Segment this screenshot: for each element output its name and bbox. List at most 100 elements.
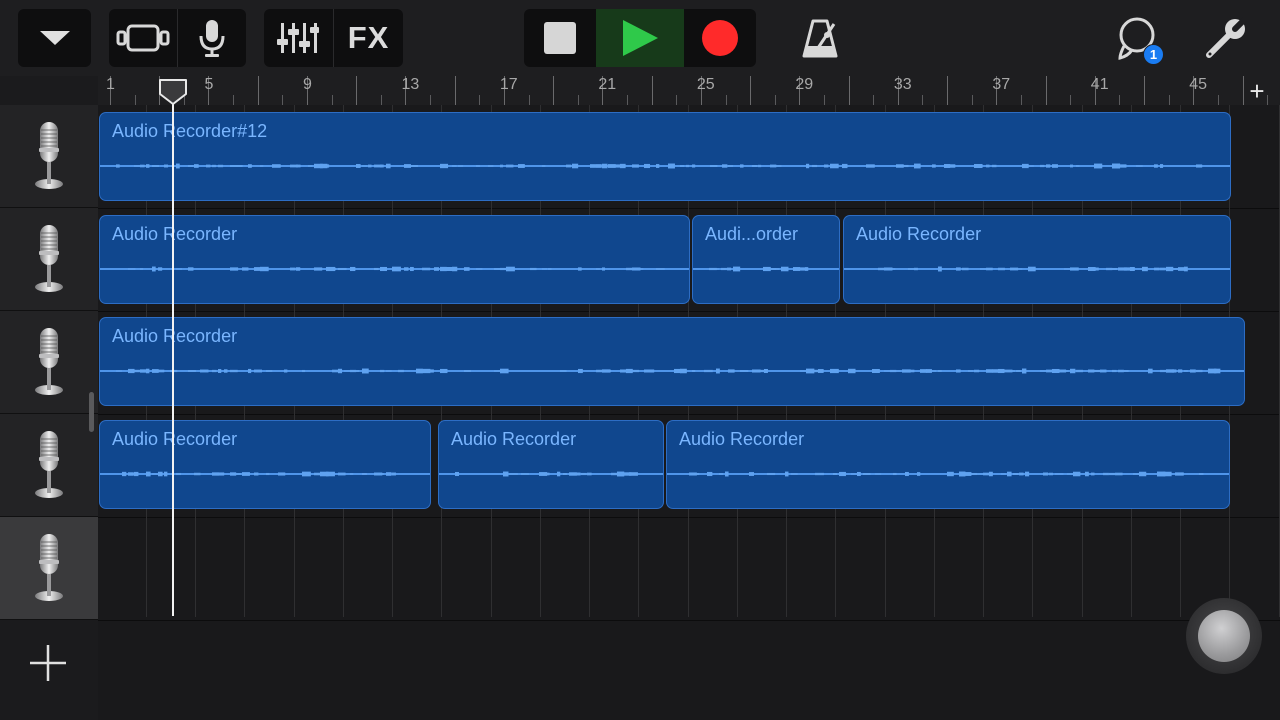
waveform-detail <box>116 368 1221 374</box>
triangle-down-icon[interactable] <box>18 9 91 67</box>
region-name: Audio Recorder <box>451 429 577 449</box>
microphone-icon <box>31 324 67 401</box>
ruler-tick <box>627 95 629 105</box>
ruler-tick <box>233 95 235 105</box>
track-header-1[interactable] <box>0 105 98 208</box>
region-name: Audio Recorder <box>856 224 982 244</box>
ruler-tick <box>577 95 579 105</box>
ruler-tick <box>947 76 949 105</box>
ruler-tick <box>971 95 973 105</box>
record-icon <box>702 20 738 56</box>
mixer-sliders-icon[interactable] <box>264 9 332 67</box>
play-icon <box>623 20 658 56</box>
ruler-tick <box>134 95 136 105</box>
ruler-label: 37 <box>992 76 1011 93</box>
ruler-tick <box>257 76 259 105</box>
ruler-tick <box>651 76 653 105</box>
play-button[interactable] <box>596 9 684 67</box>
region-name: Audi...order <box>705 224 799 244</box>
playhead-handle[interactable] <box>158 78 188 111</box>
ruler-tick <box>725 95 727 105</box>
ruler-tick <box>356 76 358 105</box>
grid-line <box>1278 105 1280 617</box>
audio-region[interactable]: Audio Recorder <box>438 420 664 509</box>
track-header-3[interactable] <box>0 311 98 414</box>
ruler-label: 45 <box>1189 76 1208 93</box>
waveform-detail <box>128 266 665 272</box>
waveform-detail <box>122 471 396 477</box>
control-bar: FX 1 <box>0 0 1280 76</box>
tracks-view-icon[interactable] <box>109 9 177 67</box>
track-header-2[interactable] <box>0 208 98 311</box>
header-resize-handle[interactable] <box>89 392 94 432</box>
ruler-tick <box>1144 76 1146 105</box>
add-track-button[interactable] <box>26 641 70 685</box>
ruler-tick <box>823 95 825 105</box>
audio-region[interactable]: Audi...order <box>692 215 840 304</box>
track-header-5[interactable] <box>0 517 98 620</box>
bar-ruler[interactable]: 1 5 9 13 17 21 25 29 33 37 41 45 <box>98 76 1280 105</box>
microphone-icon <box>31 530 67 607</box>
record-button[interactable] <box>684 9 756 67</box>
ruler-tick <box>1070 95 1072 105</box>
ruler-tick <box>750 76 752 105</box>
add-section-button[interactable]: + <box>1244 76 1270 106</box>
ruler-tick <box>528 95 530 105</box>
audio-region[interactable]: Audio Recorder <box>666 420 1230 509</box>
region-name: Audio Recorder <box>679 429 805 449</box>
ruler-tick <box>922 95 924 105</box>
stop-icon <box>544 22 576 54</box>
ruler-label: 33 <box>893 76 912 93</box>
ruler-label: 13 <box>401 76 420 93</box>
ruler-tick <box>774 95 776 105</box>
ruler-tick <box>873 95 875 105</box>
microphone-icon <box>31 221 67 298</box>
ruler-tick <box>380 95 382 105</box>
audio-region[interactable]: Audio Recorder <box>843 215 1231 304</box>
track-header-column <box>0 76 98 720</box>
tracks-area[interactable]: Audio Recorder#12 Audio Recorder Audi...… <box>98 105 1280 720</box>
region-name: Audio Recorder <box>112 326 238 346</box>
audio-region[interactable]: Audio Recorder <box>99 317 1245 406</box>
ruler-tick <box>1045 76 1047 105</box>
ruler-tick <box>282 95 284 105</box>
audio-region[interactable]: Audio Recorder <box>99 420 431 509</box>
ruler-tick <box>1020 95 1022 105</box>
mixer-group: FX <box>264 9 403 67</box>
microphone-icon <box>31 427 67 504</box>
playhead-line <box>172 96 174 616</box>
ruler-tick <box>479 95 481 105</box>
transport-group <box>524 9 756 67</box>
region-name: Audio Recorder <box>112 429 238 449</box>
region-name: Audio Recorder <box>112 224 238 244</box>
microphone-icon <box>31 118 67 195</box>
track-header-4[interactable] <box>0 414 98 517</box>
ruler-label: 41 <box>1090 76 1109 93</box>
audio-region[interactable]: Audio Recorder <box>99 215 690 304</box>
ruler-tick <box>676 95 678 105</box>
assistive-touch-button[interactable] <box>1186 598 1262 674</box>
waveform-detail <box>689 471 1204 477</box>
view-group <box>109 9 246 67</box>
track-lane-5 <box>98 517 1280 621</box>
ruler-tick <box>1217 95 1219 105</box>
audio-region[interactable]: Audio Recorder#12 <box>99 112 1231 201</box>
ruler-label: 1 <box>106 76 115 93</box>
ruler-tick <box>430 95 432 105</box>
fx-button[interactable]: FX <box>334 9 403 67</box>
wrench-icon[interactable] <box>1200 9 1252 67</box>
ruler-tick <box>1168 95 1170 105</box>
microphone-icon[interactable] <box>178 9 246 67</box>
ruler-label: 25 <box>696 76 715 93</box>
region-name: Audio Recorder#12 <box>112 121 268 141</box>
stop-button[interactable] <box>524 9 596 67</box>
waveform-detail <box>455 471 638 477</box>
my-songs-group <box>18 9 91 67</box>
waveform-detail <box>878 266 1188 272</box>
fx-label: FX <box>347 20 390 55</box>
plus-icon <box>30 645 66 681</box>
metronome-icon[interactable] <box>796 9 844 67</box>
ruler-tick <box>454 76 456 105</box>
ruler-tick <box>331 95 333 105</box>
ruler-label: 29 <box>795 76 814 93</box>
